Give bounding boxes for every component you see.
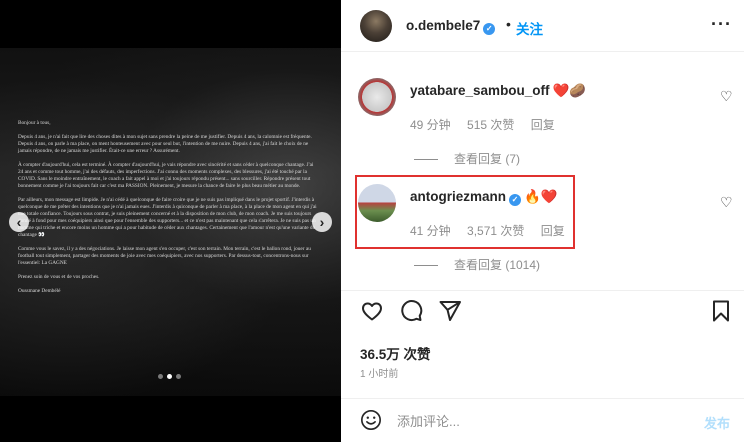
highlight-annotation-box <box>355 175 575 249</box>
comment-time: 49 分钟 <box>410 118 451 132</box>
letter-paragraph: À compter d'aujourd'hui, cela est termin… <box>18 162 314 189</box>
comment-bubble-icon[interactable] <box>399 299 423 326</box>
carousel-indicator <box>158 374 181 379</box>
post-likes-count[interactable]: 36.5万 次赞 <box>360 343 431 363</box>
post-media: Bonjour à tous, Depuis 4 ans, je n'ai fa… <box>0 0 341 442</box>
header-separator: • <box>506 16 511 32</box>
share-paper-plane-icon[interactable] <box>438 299 462 326</box>
bookmark-icon[interactable] <box>710 299 732 326</box>
like-heart-icon[interactable] <box>360 299 384 326</box>
carousel-dot <box>158 374 163 379</box>
comment-likes[interactable]: 515 次赞 <box>467 118 514 132</box>
view-replies-link[interactable]: 查看回复 (7) <box>414 150 520 167</box>
emoji-smile-icon[interactable] <box>360 409 382 434</box>
post-header: o.dembele7 ✓ • 关注 ··· <box>341 0 744 52</box>
comment-composer: 发布 <box>341 398 744 442</box>
letter-text: Bonjour à tous, Depuis 4 ans, je n'ai fa… <box>18 120 318 302</box>
follow-button[interactable]: 关注 <box>516 18 543 38</box>
view-replies-label: 查看回复 (7) <box>454 152 521 166</box>
letter-paragraph: Par ailleurs, mon message est limpide. J… <box>18 197 317 238</box>
carousel-prev-button[interactable]: ‹ <box>9 212 29 232</box>
verified-badge-icon: ✓ <box>483 23 496 35</box>
comment-header: yatabare_sambou_off ❤️🥔 <box>410 83 586 99</box>
divider-line <box>414 159 438 161</box>
action-bar <box>341 290 744 336</box>
letter-image: Bonjour à tous, Depuis 4 ans, je n'ai fa… <box>0 48 341 396</box>
reply-button[interactable]: 回复 <box>531 118 555 132</box>
comment-meta: 49 分钟 515 次赞 回复 <box>410 116 568 133</box>
letter-paragraph: Comme vous le savez, il y a des négociat… <box>18 246 311 266</box>
more-options-icon[interactable]: ··· <box>711 14 732 35</box>
letter-paragraph: Depuis 4 ans, je n'ai fait que lire des … <box>18 134 312 154</box>
view-replies-link[interactable]: 查看回复 (1014) <box>414 256 540 273</box>
carousel-dot-active <box>167 374 172 379</box>
post-timestamp[interactable]: 1 小时前 <box>360 365 398 380</box>
post-comment-button[interactable]: 发布 <box>704 413 730 432</box>
carousel-dot <box>176 374 181 379</box>
divider-line <box>414 265 438 267</box>
commenter-avatar[interactable] <box>358 78 396 116</box>
letter-paragraph: Prenez soin de vous et de vos proches. <box>18 274 100 280</box>
comment-like-heart-icon[interactable]: ♡ <box>720 88 733 105</box>
view-replies-label: 查看回复 (1014) <box>454 258 541 272</box>
comment-text: ❤️🥔 <box>552 83 587 98</box>
letter-paragraph: Bonjour à tous, <box>18 120 51 126</box>
author-avatar[interactable] <box>360 10 392 42</box>
author-username[interactable]: o.dembele7 <box>406 18 480 33</box>
author-name-wrap: o.dembele7 ✓ <box>406 18 496 35</box>
carousel-next-button[interactable]: › <box>312 212 332 232</box>
comment-input[interactable] <box>397 411 687 431</box>
letter-paragraph: Oussmane Dembélé <box>18 288 61 294</box>
comment-like-heart-icon[interactable]: ♡ <box>720 194 733 211</box>
commenter-username[interactable]: yatabare_sambou_off <box>410 83 550 98</box>
